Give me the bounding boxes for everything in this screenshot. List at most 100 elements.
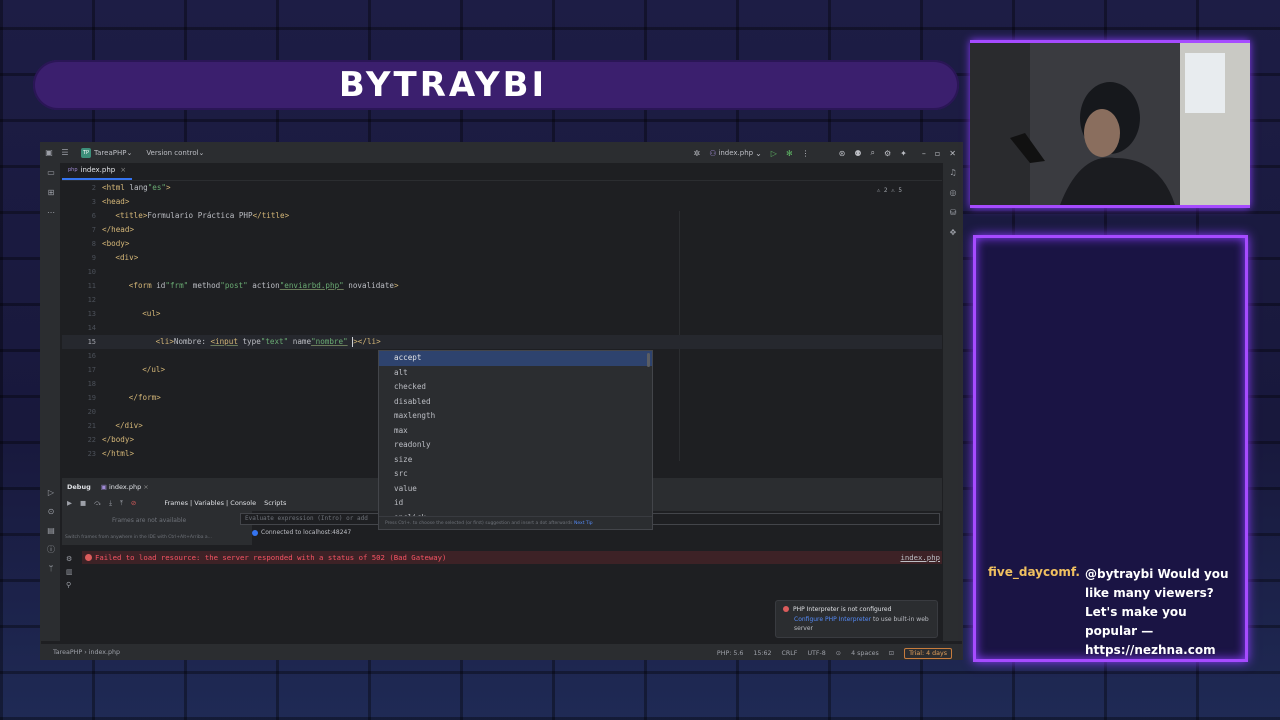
run-icon[interactable]: ▷ [771,149,777,158]
line-number[interactable]: 9 [62,251,96,265]
lock-icon[interactable]: ⊙ [836,650,841,657]
line-number[interactable]: 11 [62,279,96,293]
line-number[interactable]: 18 [62,377,96,391]
autocomplete-item[interactable]: max [379,424,652,439]
php-version[interactable]: PHP: 5.6 [717,650,743,657]
code-line[interactable]: 7 </head> [62,223,942,237]
line-number[interactable]: 7 [62,223,96,237]
line-number[interactable]: 13 [62,307,96,321]
git-icon[interactable]: ᛘ [41,559,61,578]
settings-icon[interactable]: ⚙ [66,553,78,566]
close-icon[interactable]: × [141,483,148,491]
more-icon[interactable]: ⋮ [802,149,810,158]
plugin-icon[interactable]: ✥ [943,223,962,243]
autocomplete-item[interactable]: accept [379,351,652,366]
line-number[interactable]: 15 [62,335,96,349]
debug-session-tab[interactable]: ▣ index.php × [101,483,149,491]
autocomplete-item[interactable]: disabled [379,395,652,410]
tab-index-php[interactable]: php index.php × [62,162,133,180]
code-line[interactable]: 14 [62,321,942,335]
run-config-selector[interactable]: ⚇ index.php ⌄ [709,149,762,158]
problems-icon[interactable]: ⓘ [41,540,61,559]
readonly-icon[interactable]: ⊡ [889,650,894,657]
debug-bug-icon[interactable]: ✲ [694,149,701,158]
notifications-icon[interactable]: ♫ [943,163,962,183]
autocomplete-item[interactable]: size [379,453,652,468]
trial-badge[interactable]: Trial: 4 days [904,647,952,659]
code-line[interactable]: 3 <head> [62,195,942,209]
next-tip-link[interactable]: Next Tip [574,521,593,526]
autocomplete-item[interactable]: src [379,467,652,482]
line-number[interactable]: 2 [62,181,96,195]
maximize-icon[interactable]: ▫ [935,149,940,158]
filter-icon[interactable]: ⚲ [66,579,78,592]
tab-scripts[interactable]: Scripts [264,499,286,507]
ai-assistant-icon[interactable]: ◎ [943,183,962,203]
resume-icon[interactable]: ▶ [67,499,72,507]
search-icon[interactable]: ⌕ [871,148,875,158]
breadcrumb[interactable]: TareaPHP › index.php [53,649,120,656]
line-number[interactable]: 20 [62,405,96,419]
line-number[interactable]: 12 [62,293,96,307]
database-icon[interactable]: ⛁ [943,203,962,223]
close-tab-icon[interactable]: × [120,166,126,174]
code-line[interactable]: 12 [62,293,942,307]
code-line[interactable]: 8 <body> [62,237,942,251]
line-number[interactable]: 17 [62,363,96,377]
popup-scrollbar[interactable] [647,353,650,367]
collab-icon[interactable]: ⊛ [839,149,846,158]
line-number[interactable]: 23 [62,447,96,461]
line-number[interactable]: 19 [62,391,96,405]
code-line[interactable]: 6 <title>Formulario Práctica PHP</title> [62,209,942,223]
menu-icon[interactable]: ☰ [57,143,73,163]
code-line[interactable]: 15 <li>Nombre: <input type"text" name"nom… [62,335,942,349]
line-number[interactable]: 16 [62,349,96,363]
more-tools-icon[interactable]: ⋯ [41,203,61,223]
tab-frames-variables-console[interactable]: Frames | Variables | Console [164,499,256,507]
indent-setting[interactable]: 4 spaces [851,650,879,657]
autocomplete-item[interactable]: alt [379,366,652,381]
autocomplete-item[interactable]: checked [379,380,652,395]
close-icon[interactable]: ✕ [949,149,956,158]
vcs-selector[interactable]: Version control ⌄ [146,149,204,157]
file-encoding[interactable]: UTF-8 [807,650,825,657]
line-number[interactable]: 14 [62,321,96,335]
line-number[interactable]: 22 [62,433,96,447]
settings-icon[interactable]: ⚙ [884,149,891,158]
code-line[interactable]: 13 <ul> [62,307,942,321]
line-number[interactable]: 6 [62,209,96,223]
folder-icon[interactable]: ▭ [41,163,61,183]
line-number[interactable]: 21 [62,419,96,433]
code-line[interactable]: 9 <div> [62,251,942,265]
app-logo-icon[interactable]: ▣ [41,143,57,163]
line-number[interactable]: 10 [62,265,96,279]
run-icon[interactable]: ▷ [41,483,61,502]
autocomplete-item[interactable]: readonly [379,438,652,453]
step-into-icon[interactable]: ⤓ [109,499,112,508]
line-separator[interactable]: CRLF [782,650,798,657]
trash-icon[interactable]: ▥ [66,566,78,579]
minimize-icon[interactable]: – [922,149,926,158]
breadcrumb-file[interactable]: index.php [89,649,120,656]
error-source-link[interactable]: index.php [900,551,940,564]
debug-icon[interactable]: ⊙ [41,502,61,521]
php-interpreter-notification[interactable]: PHP Interpreter is not configured Config… [775,600,938,638]
project-selector[interactable]: TP TareaPHP ⌄ [81,148,132,158]
mute-breakpoints-icon[interactable]: ⊘ [131,499,136,507]
breadcrumb-project[interactable]: TareaPHP [53,649,82,656]
line-number[interactable]: 3 [62,195,96,209]
autocomplete-item[interactable]: value [379,482,652,497]
user-icon[interactable]: ⚉ [854,149,861,158]
code-line[interactable]: 11 <form id"frm" method"post" action"envi… [62,279,942,293]
code-line[interactable]: 10 [62,265,942,279]
step-over-icon[interactable]: ⤼ [94,499,101,508]
autocomplete-item[interactable]: id [379,496,652,511]
caret-position[interactable]: 15:62 [753,650,771,657]
step-out-icon[interactable]: ⤒ [120,499,123,508]
configure-interpreter-link[interactable]: Configure PHP Interpreter [794,616,871,623]
line-number[interactable]: 8 [62,237,96,251]
autocomplete-item[interactable]: maxlength [379,409,652,424]
debug-icon[interactable]: ✻ [786,149,793,158]
code-line[interactable]: 2 <html lang"es"> [62,181,942,195]
structure-icon[interactable]: ⊞ [41,183,61,203]
